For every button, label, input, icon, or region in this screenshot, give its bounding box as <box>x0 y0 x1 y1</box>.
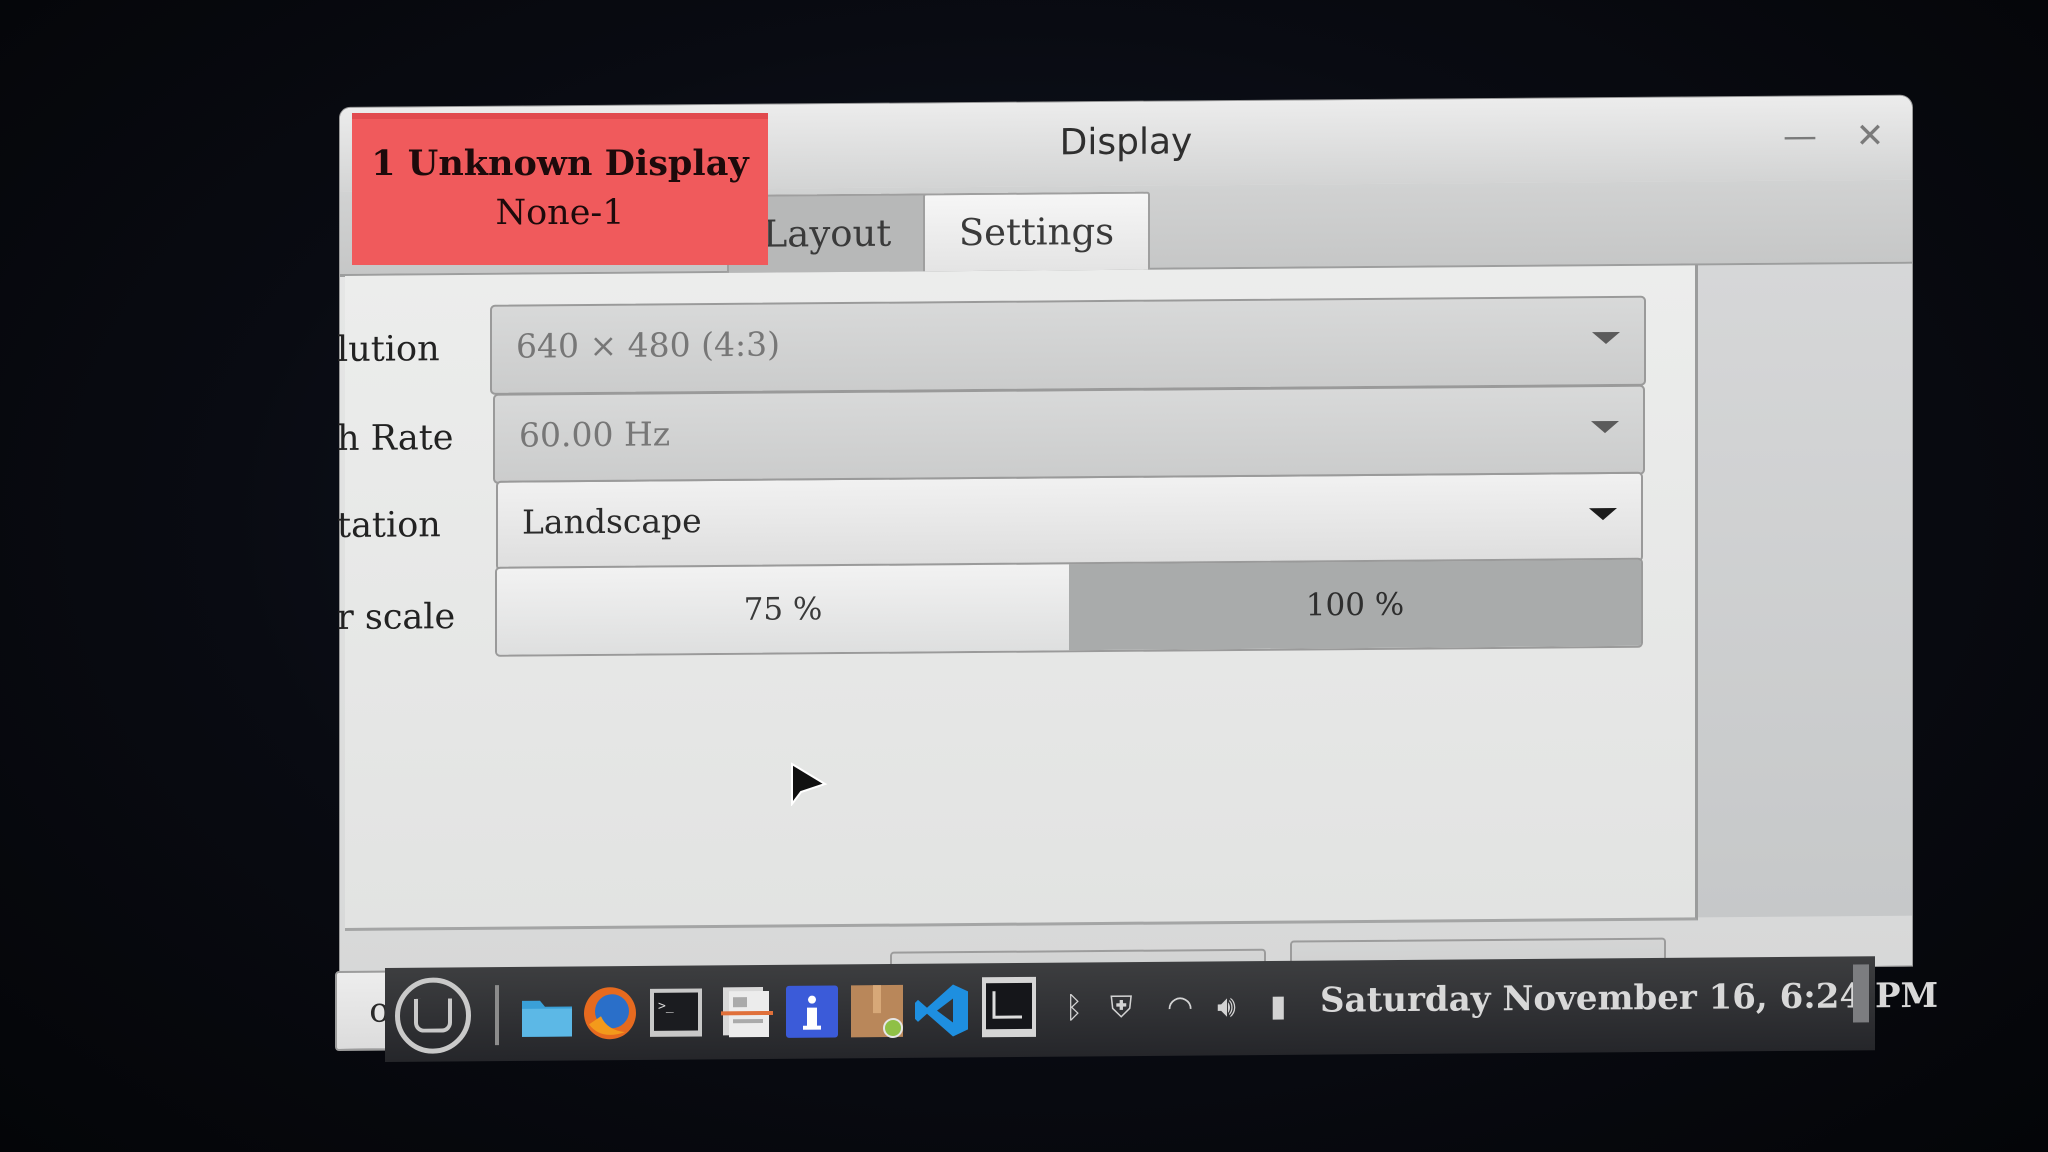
refresh-rate-value: 60.00 Hz <box>519 414 671 455</box>
linux-mint-logo-icon[interactable] <box>395 977 471 1054</box>
rotation-dropdown[interactable]: Landscape <box>496 471 1643 571</box>
volume-icon[interactable]: 🔊︎ <box>1217 987 1236 1027</box>
scale-100-button[interactable]: 100 % <box>1069 559 1641 651</box>
rotation-label: tation <box>337 505 441 547</box>
scale-label: r scale <box>337 597 456 639</box>
chevron-down-icon <box>1592 331 1620 345</box>
scale-selector: 75 % 100 % <box>495 557 1643 657</box>
battery-icon[interactable]: ▮ <box>1270 987 1287 1027</box>
minimize-button[interactable]: — <box>1780 116 1820 156</box>
refresh-rate-row: h Rate 60.00 Hz <box>337 384 1695 485</box>
resolution-row: lution 640 × 480 (4:3) <box>337 295 1695 396</box>
vscode-icon[interactable] <box>913 981 971 1039</box>
settings-panel: lution 640 × 480 (4:3) h Rate 60.00 Hz t… <box>335 265 1698 1052</box>
terminal-icon[interactable]: >_ <box>647 983 705 1041</box>
folder-icon[interactable] <box>518 984 576 1042</box>
clock[interactable]: Saturday November 16, 6:24 PM <box>1320 976 1938 1021</box>
wifi-icon[interactable]: ◠ <box>1167 988 1193 1028</box>
refresh-rate-dropdown[interactable]: 60.00 Hz <box>493 384 1645 484</box>
scale-row: r scale 75 % 100 % <box>337 557 1695 658</box>
tab-settings[interactable]: Settings <box>923 191 1150 272</box>
chevron-down-icon <box>1589 507 1617 521</box>
document-icon[interactable] <box>717 983 775 1041</box>
taskbar-separator <box>495 985 499 1046</box>
package-icon[interactable] <box>848 982 906 1040</box>
taskbar: >_ ᛒ ⛨ ◠ 🔊︎ ▮ Saturday November 16, 6:24… <box>385 956 1938 1062</box>
scale-75-button[interactable]: 75 % <box>497 564 1069 655</box>
refresh-rate-label: h Rate <box>337 418 454 460</box>
resolution-dropdown[interactable]: 640 × 480 (4:3) <box>490 295 1646 395</box>
display-identifier-overlay: 1 Unknown Display None-1 <box>352 113 768 265</box>
svg-text:>_: >_ <box>658 999 674 1014</box>
close-button[interactable]: ✕ <box>1850 116 1890 156</box>
display-name: 1 Unknown Display <box>371 143 749 184</box>
window-side-area <box>1698 263 1912 918</box>
resolution-label: lution <box>337 329 440 371</box>
show-desktop-button[interactable] <box>1853 964 1869 1023</box>
mouse-pointer-icon <box>791 762 828 806</box>
firefox-icon[interactable] <box>581 984 639 1042</box>
rotation-value: Landscape <box>522 501 702 542</box>
shield-icon[interactable]: ⛨ <box>1110 988 1133 1028</box>
resolution-value: 640 × 480 (4:3) <box>516 324 780 366</box>
info-icon[interactable] <box>783 982 841 1040</box>
bluetooth-icon[interactable]: ᛒ <box>1065 989 1083 1029</box>
display-id: None-1 <box>495 193 625 233</box>
chevron-down-icon <box>1591 420 1619 434</box>
rotation-row: tation Landscape <box>337 471 1695 572</box>
terminal-window-icon[interactable] <box>980 975 1038 1039</box>
